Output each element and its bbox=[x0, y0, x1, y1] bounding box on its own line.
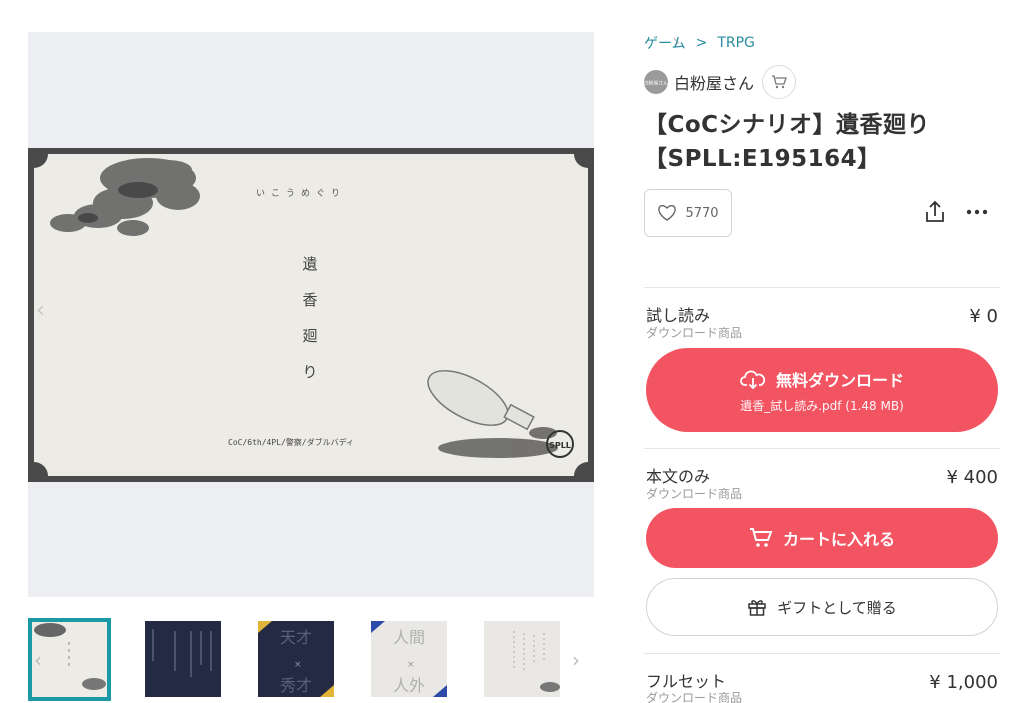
gift-icon bbox=[748, 600, 766, 616]
shop-cart-button[interactable] bbox=[762, 65, 797, 99]
add-to-cart-button[interactable]: カートに入れる bbox=[646, 508, 998, 568]
gift-label: ギフトとして贈る bbox=[777, 598, 897, 617]
thumb-text: 人外 bbox=[393, 676, 425, 695]
thumb-text: 人間 bbox=[393, 628, 425, 647]
divider bbox=[644, 653, 1000, 654]
cover-footer: CoC/6th/4PL/警察/ダブルバディ bbox=[228, 437, 354, 447]
gift-button[interactable]: ギフトとして贈る bbox=[646, 578, 998, 636]
shop-row: 白粉屋さん 白粉屋さん bbox=[644, 65, 797, 99]
share-icon bbox=[926, 200, 944, 222]
cover-title-char: 廻 bbox=[302, 327, 317, 345]
avatar-text: 白粉屋さん bbox=[644, 80, 669, 86]
cover-image: SPLL いこうめぐり 遺 香 廻 り CoC/6th/4PL/警察/ダブルバデ… bbox=[28, 148, 594, 482]
thumbnail-next-icon[interactable]: › bbox=[572, 648, 580, 672]
breadcrumb: ゲーム > TRPG bbox=[644, 33, 755, 53]
product-info-panel: ゲーム > TRPG 白粉屋さん 白粉屋さん 【CoCシナリオ】遺香廻り【SPL… bbox=[644, 0, 1000, 703]
chevron-right-icon: > bbox=[695, 35, 708, 51]
thumbnail-prev-icon[interactable]: ‹ bbox=[34, 648, 42, 672]
cover-title-char: 遺 bbox=[302, 255, 317, 273]
page: SPLL いこうめぐり 遺 香 廻 り CoC/6th/4PL/警察/ダブルバデ… bbox=[0, 0, 1024, 703]
cover-kana: いこうめぐり bbox=[256, 188, 346, 199]
heart-icon bbox=[658, 204, 677, 221]
item-price: ¥ 0 bbox=[969, 306, 998, 327]
item-type: ダウンロード商品 bbox=[646, 691, 743, 703]
cloud-download-icon bbox=[740, 370, 766, 389]
product-gallery: SPLL いこうめぐり 遺 香 廻 り CoC/6th/4PL/警察/ダブルバデ… bbox=[28, 32, 681, 597]
cart-icon bbox=[749, 528, 773, 547]
divider bbox=[644, 287, 1000, 288]
cover-title-char: り bbox=[302, 363, 317, 381]
cover-title-char: 香 bbox=[302, 291, 317, 309]
thumb-text: 天才 bbox=[280, 628, 312, 647]
breadcrumb-game[interactable]: ゲーム bbox=[644, 33, 686, 53]
add-to-cart-label: カートに入れる bbox=[782, 530, 895, 549]
thumb-text: 秀才 bbox=[280, 676, 312, 695]
thumb-text: × bbox=[407, 660, 415, 670]
item-name: 本文のみ bbox=[646, 467, 711, 486]
avatar[interactable]: 白粉屋さん bbox=[644, 70, 668, 94]
thumb-text: × bbox=[294, 660, 302, 670]
item-name: 試し読み bbox=[646, 306, 711, 325]
shop-name[interactable]: 白粉屋さん bbox=[674, 70, 754, 94]
more-icon[interactable] bbox=[966, 205, 988, 215]
thumbnail-2[interactable] bbox=[145, 621, 221, 697]
download-file-info: 遺香_試し読み.pdf (1.48 MB) bbox=[740, 398, 904, 413]
thumbnail-3[interactable]: 天才 × 秀才 bbox=[258, 621, 334, 697]
thumbnail-4[interactable]: 人間 × 人外 bbox=[371, 621, 447, 697]
spll-badge: SPLL bbox=[549, 441, 571, 450]
divider bbox=[644, 448, 1000, 449]
share-button[interactable] bbox=[924, 200, 946, 228]
item-price: ¥ 1,000 bbox=[929, 672, 998, 693]
item-type: ダウンロード商品 bbox=[646, 487, 743, 501]
cart-icon bbox=[772, 75, 787, 89]
product-title: 【CoCシナリオ】遺香廻り【SPLL:E195164】 bbox=[644, 112, 931, 172]
like-count: 5770 bbox=[685, 205, 719, 221]
free-download-label: 無料ダウンロード bbox=[775, 370, 904, 390]
gallery-prev-button[interactable]: ‹ bbox=[36, 300, 45, 322]
free-download-button[interactable]: 無料ダウンロード 遺香_試し読み.pdf (1.48 MB) bbox=[646, 348, 998, 432]
like-button[interactable]: 5770 bbox=[644, 189, 732, 237]
item-price: ¥ 400 bbox=[946, 467, 998, 488]
item-type: ダウンロード商品 bbox=[646, 326, 743, 340]
thumbnail-5[interactable] bbox=[484, 621, 560, 697]
thumbnail-strip: ‹ 天才 × 秀才 人間 × 人外 › bbox=[28, 618, 594, 702]
breadcrumb-trpg[interactable]: TRPG bbox=[717, 35, 755, 51]
